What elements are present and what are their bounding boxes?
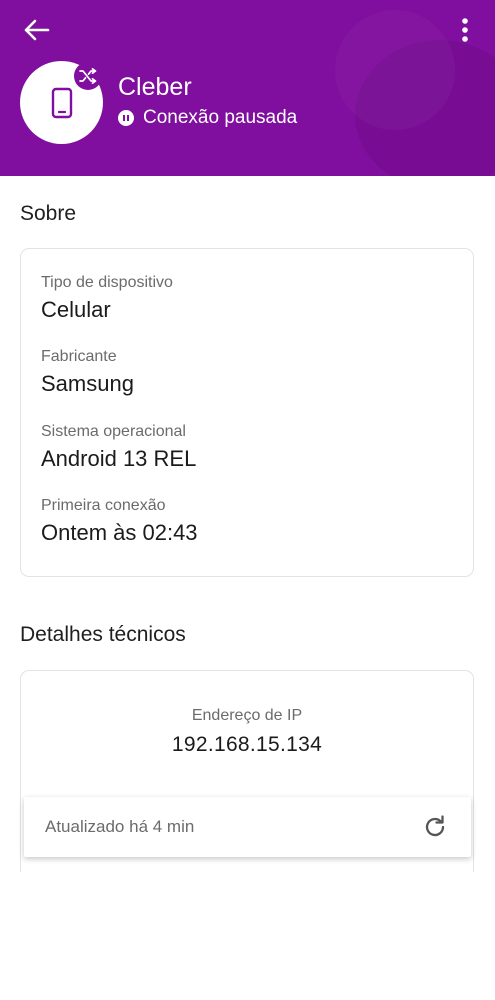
field-label: Fabricante [41,348,117,365]
about-card: Tipo de dispositivo Celular Fabricante S… [20,248,474,577]
connection-status: Conexão pausada [118,106,297,130]
field-label: Tipo de dispositivo [41,274,173,291]
header-decoration-secondary [335,10,455,130]
field-value: Samsung [41,371,134,396]
last-updated-text: Atualizado há 4 min [45,817,195,836]
first-connection-field: Primeira conexão Ontem às 02:43 [41,496,198,547]
field-label: Sistema operacional [41,423,186,440]
refresh-button[interactable] [419,811,451,843]
field-value: Ontem às 02:43 [41,520,198,545]
more-vert-icon [462,18,468,42]
bottom-blank-area [0,872,495,1000]
about-section-title: Sobre [20,202,77,225]
connection-status-text: Conexão pausada [143,107,298,128]
device-name: Cleber [118,73,192,101]
manufacturer-field: Fabricante Samsung [41,347,134,398]
field-label: Primeira conexão [41,497,166,514]
more-options-button[interactable] [451,10,479,50]
technical-section-title: Detalhes técnicos [20,623,186,646]
operating-system-field: Sistema operacional Android 13 REL [41,422,196,473]
refresh-icon [425,815,445,837]
arrow-left-icon [24,19,50,41]
smartphone-icon [51,87,72,118]
random-mac-badge [74,62,102,90]
field-value: Celular [41,297,111,322]
pause-icon [118,110,134,126]
ip-address-label: Endereço de IP [191,707,303,724]
update-status-bar: Atualizado há 4 min [24,797,471,857]
ip-address-value: 192.168.15.134 [171,733,323,756]
device-header: Cleber Conexão pausada [0,0,495,176]
field-value: Android 13 REL [41,446,197,471]
back-button[interactable] [16,12,56,48]
device-type-field: Tipo de dispositivo Celular [41,273,173,324]
shuffle-icon [79,68,97,84]
